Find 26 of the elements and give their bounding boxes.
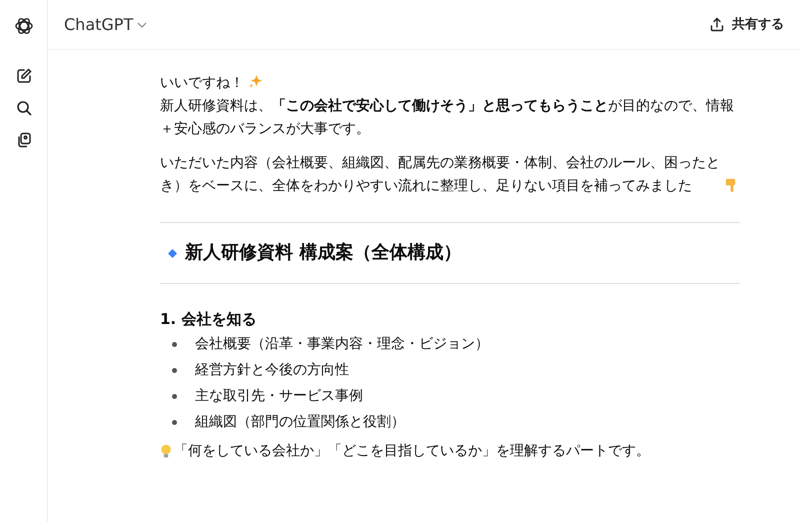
model-selector[interactable]: ChatGPT xyxy=(64,12,148,36)
list-item-text: 経営方針と今後の方向性 xyxy=(195,360,349,380)
greeting-text: いいですね！ xyxy=(160,75,244,91)
section-title: 1. 会社を知る xyxy=(160,310,258,328)
context-paragraph: いただいた内容（会社概要、組織図、配属先の業務概要・体制、会社のルール、困ったとき）をベースに、全体をわかりやすい流れに整理し、足りない項目を補ってみました xyxy=(160,154,721,196)
diamond-icon xyxy=(168,248,177,258)
chevron-down-icon xyxy=(137,22,148,28)
list-item-text: 主な取引先・サービス事例 xyxy=(195,386,363,406)
bullet-icon xyxy=(172,342,177,346)
model-name: ChatGPT xyxy=(64,14,134,36)
tip-text: 「何をしている会社か」「どこを目指しているか」を理解するパートです。 xyxy=(174,442,650,461)
library-icon[interactable] xyxy=(16,132,32,148)
share-icon xyxy=(710,17,724,32)
logo-icon[interactable] xyxy=(14,16,34,36)
sparkle-icon xyxy=(248,74,263,89)
list-item-text: 組織図（部門の位置関係と役割） xyxy=(195,412,405,432)
bullet-icon xyxy=(172,420,177,424)
bullet-icon xyxy=(172,394,177,398)
list-item-text: 会社概要（沿革・事業内容・理念・ビジョン） xyxy=(195,334,489,354)
section-heading: 新人研修資料 構成案（全体構成） xyxy=(185,241,462,265)
new-chat-icon[interactable] xyxy=(16,68,32,84)
search-icon[interactable] xyxy=(16,100,32,116)
intro-paragraph: 新人研修資料は、「この会社で安心して働けそう」と思ってもらうことが目的なので、情報＋安心感のバランスが大事です。 xyxy=(160,96,735,139)
share-button[interactable]: 共有する xyxy=(710,14,784,34)
bullet-icon xyxy=(172,368,177,372)
lightbulb-icon xyxy=(160,444,172,459)
